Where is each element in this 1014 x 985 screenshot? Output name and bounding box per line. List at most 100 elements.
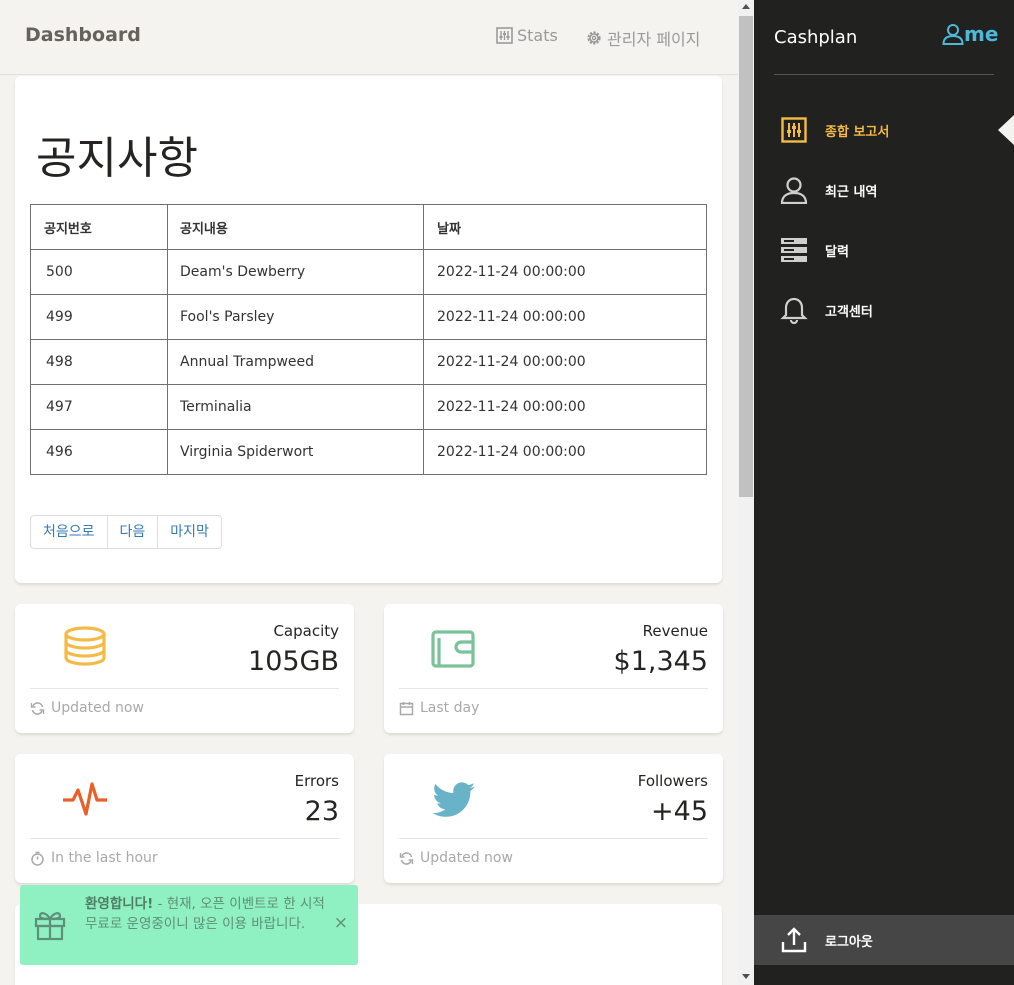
pagination: 처음으로 다음 마지막 xyxy=(30,515,222,549)
user-label: me xyxy=(964,22,999,46)
notice-date: 2022-11-24 00:00:00 xyxy=(423,249,707,295)
sidebar-item-calendar[interactable]: 달력 xyxy=(780,236,849,264)
logout-label: 로그아웃 xyxy=(825,934,873,950)
table-header-row: 공지번호 공지내용 날짜 xyxy=(30,204,707,250)
toast-message: 환영합니다! - 현재, 오픈 이벤트로 한 시적 무료로 운영중이니 많은 이… xyxy=(85,894,330,934)
bell-icon xyxy=(780,296,808,324)
scroll-down-icon[interactable] xyxy=(742,974,750,979)
stat-label: Capacity xyxy=(273,622,339,640)
sidebar-item-label: 고객센터 xyxy=(825,304,873,320)
calendar-icon xyxy=(399,701,414,715)
stat-card-errors: Errors 23 In the last hour xyxy=(15,754,354,883)
close-icon[interactable]: × xyxy=(334,913,348,933)
scrollbar-thumb[interactable] xyxy=(739,16,753,497)
notice-content: Virginia Spiderwort xyxy=(167,429,424,475)
main-content: Dashboard Stats 관리자 페이지 공지사항 공지번호 공지내용 날… xyxy=(0,0,738,985)
table-row[interactable]: 496 Virginia Spiderwort 2022-11-24 00:00… xyxy=(30,429,707,475)
refresh-icon xyxy=(399,851,414,865)
stat-footer: In the last hour xyxy=(30,850,158,866)
divider xyxy=(399,838,708,839)
logout-button[interactable]: 로그아웃 xyxy=(754,915,1014,965)
sidebar-item-report[interactable]: 종합 보고서 xyxy=(780,116,889,144)
table-row[interactable]: 500 Deam's Dewberry 2022-11-24 00:00:00 xyxy=(30,249,707,295)
scroll-up-icon[interactable] xyxy=(742,4,750,9)
notice-id: 496 xyxy=(30,429,168,475)
user-icon xyxy=(780,176,808,204)
notice-date: 2022-11-24 00:00:00 xyxy=(423,384,707,430)
stat-value: $1,345 xyxy=(613,646,708,677)
nav-admin-label: 관리자 페이지 xyxy=(607,30,701,49)
stat-footer-text: Last day xyxy=(420,700,480,716)
sidebar-item-support[interactable]: 고객센터 xyxy=(780,296,873,324)
stat-value: 105GB xyxy=(248,646,339,677)
user-outline-icon xyxy=(942,24,964,45)
stat-label: Revenue xyxy=(642,622,708,640)
notice-content: Deam's Dewberry xyxy=(167,249,424,295)
sidebar-brand[interactable]: Cashplan xyxy=(774,27,857,48)
navbar-brand[interactable]: Dashboard xyxy=(25,24,141,46)
gear-icon xyxy=(587,31,601,45)
wallet-icon xyxy=(431,630,475,668)
column-header: 날짜 xyxy=(423,204,707,250)
stat-card-capacity: Capacity 105GB Updated now xyxy=(15,604,354,733)
stat-value: +45 xyxy=(651,796,708,827)
sidebar-item-label: 달력 xyxy=(825,244,849,260)
stat-footer: Updated now xyxy=(399,850,513,866)
user-link[interactable]: me xyxy=(942,22,998,46)
page-last-button[interactable]: 마지막 xyxy=(158,516,221,548)
notice-date: 2022-11-24 00:00:00 xyxy=(423,339,707,385)
divider xyxy=(399,688,708,689)
stat-footer: Last day xyxy=(399,700,479,716)
page-scrollbar[interactable] xyxy=(738,0,754,985)
stat-footer: Updated now xyxy=(30,700,144,716)
divider xyxy=(30,688,339,689)
notice-content: Annual Trampweed xyxy=(167,339,424,385)
stat-footer-text: In the last hour xyxy=(51,850,158,866)
nav-admin-link[interactable]: 관리자 페이지 xyxy=(585,26,700,50)
stat-card-followers: Followers +45 Updated now xyxy=(384,754,723,883)
database-icon xyxy=(64,626,106,666)
sidebar: Cashplan me 종합 보고서 최근 내역 달력 고객센터 로그아웃 xyxy=(754,0,1014,985)
gift-icon xyxy=(34,912,66,941)
table-row[interactable]: 497 Terminalia 2022-11-24 00:00:00 xyxy=(30,384,707,430)
stat-label: Followers xyxy=(637,772,708,790)
stat-card-revenue: Revenue $1,345 Last day xyxy=(384,604,723,733)
stat-value: 23 xyxy=(304,796,339,827)
notice-date: 2022-11-24 00:00:00 xyxy=(423,294,707,340)
stat-label: Errors xyxy=(294,772,339,790)
nav-stats-label: Stats xyxy=(517,26,558,45)
page-first-button[interactable]: 처음으로 xyxy=(31,516,108,548)
twitter-icon xyxy=(432,782,475,817)
timer-icon xyxy=(31,851,44,866)
sliders-icon xyxy=(496,27,513,44)
pulse-icon xyxy=(63,782,107,816)
stat-footer-text: Updated now xyxy=(51,700,144,716)
notice-content: Fool's Parsley xyxy=(167,294,424,340)
server-icon xyxy=(780,236,808,264)
toast-title: 환영합니다! xyxy=(85,896,154,912)
panel-filter-icon xyxy=(780,116,808,144)
table-row[interactable]: 498 Annual Trampweed 2022-11-24 00:00:00 xyxy=(30,339,707,385)
page-next-button[interactable]: 다음 xyxy=(108,516,159,548)
notice-card: 공지사항 공지번호 공지내용 날짜 500 Deam's Dewberry 20… xyxy=(15,76,722,583)
notice-title: 공지사항 xyxy=(36,133,198,184)
column-header: 공지번호 xyxy=(30,204,168,250)
nav-stats-link[interactable]: Stats xyxy=(496,26,558,45)
top-navbar: Dashboard Stats 관리자 페이지 xyxy=(0,0,738,75)
sidebar-item-label: 최근 내역 xyxy=(825,184,878,200)
divider xyxy=(30,838,339,839)
notice-id: 497 xyxy=(30,384,168,430)
sidebar-item-label: 종합 보고서 xyxy=(825,124,890,140)
refresh-icon xyxy=(30,701,45,715)
notice-date: 2022-11-24 00:00:00 xyxy=(423,429,707,475)
active-item-marker xyxy=(998,115,1014,145)
table-row[interactable]: 499 Fool's Parsley 2022-11-24 00:00:00 xyxy=(30,294,707,340)
notice-table: 공지번호 공지내용 날짜 500 Deam's Dewberry 2022-11… xyxy=(30,204,707,475)
column-header: 공지내용 xyxy=(167,204,424,250)
divider xyxy=(774,74,994,75)
notice-content: Terminalia xyxy=(167,384,424,430)
notice-id: 500 xyxy=(30,249,168,295)
welcome-toast: 환영합니다! - 현재, 오픈 이벤트로 한 시적 무료로 운영중이니 많은 이… xyxy=(20,885,358,965)
sidebar-item-history[interactable]: 최근 내역 xyxy=(780,176,877,204)
stat-footer-text: Updated now xyxy=(420,850,513,866)
